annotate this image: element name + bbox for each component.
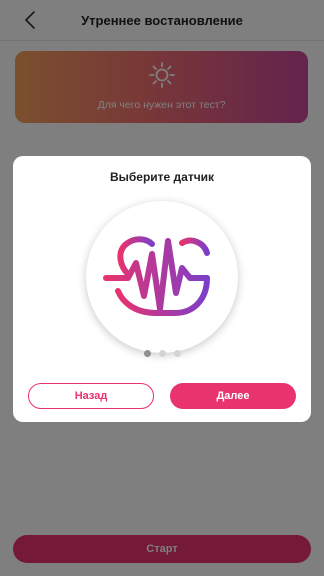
pagination-dots — [13, 350, 311, 357]
pagination-dot-2[interactable] — [158, 350, 166, 357]
pagination-dot-3[interactable] — [173, 350, 181, 357]
pagination-dot-1[interactable] — [143, 350, 151, 357]
dialog-next-button[interactable]: Далее — [170, 383, 296, 409]
sensor-select-dialog: Выберите датчик Назад Далее — [13, 156, 311, 422]
dialog-back-button[interactable]: Назад — [28, 383, 154, 409]
pulse-s-logo-icon — [103, 236, 210, 316]
sensor-logo[interactable] — [86, 201, 238, 353]
dialog-title: Выберите датчик — [109, 170, 215, 184]
